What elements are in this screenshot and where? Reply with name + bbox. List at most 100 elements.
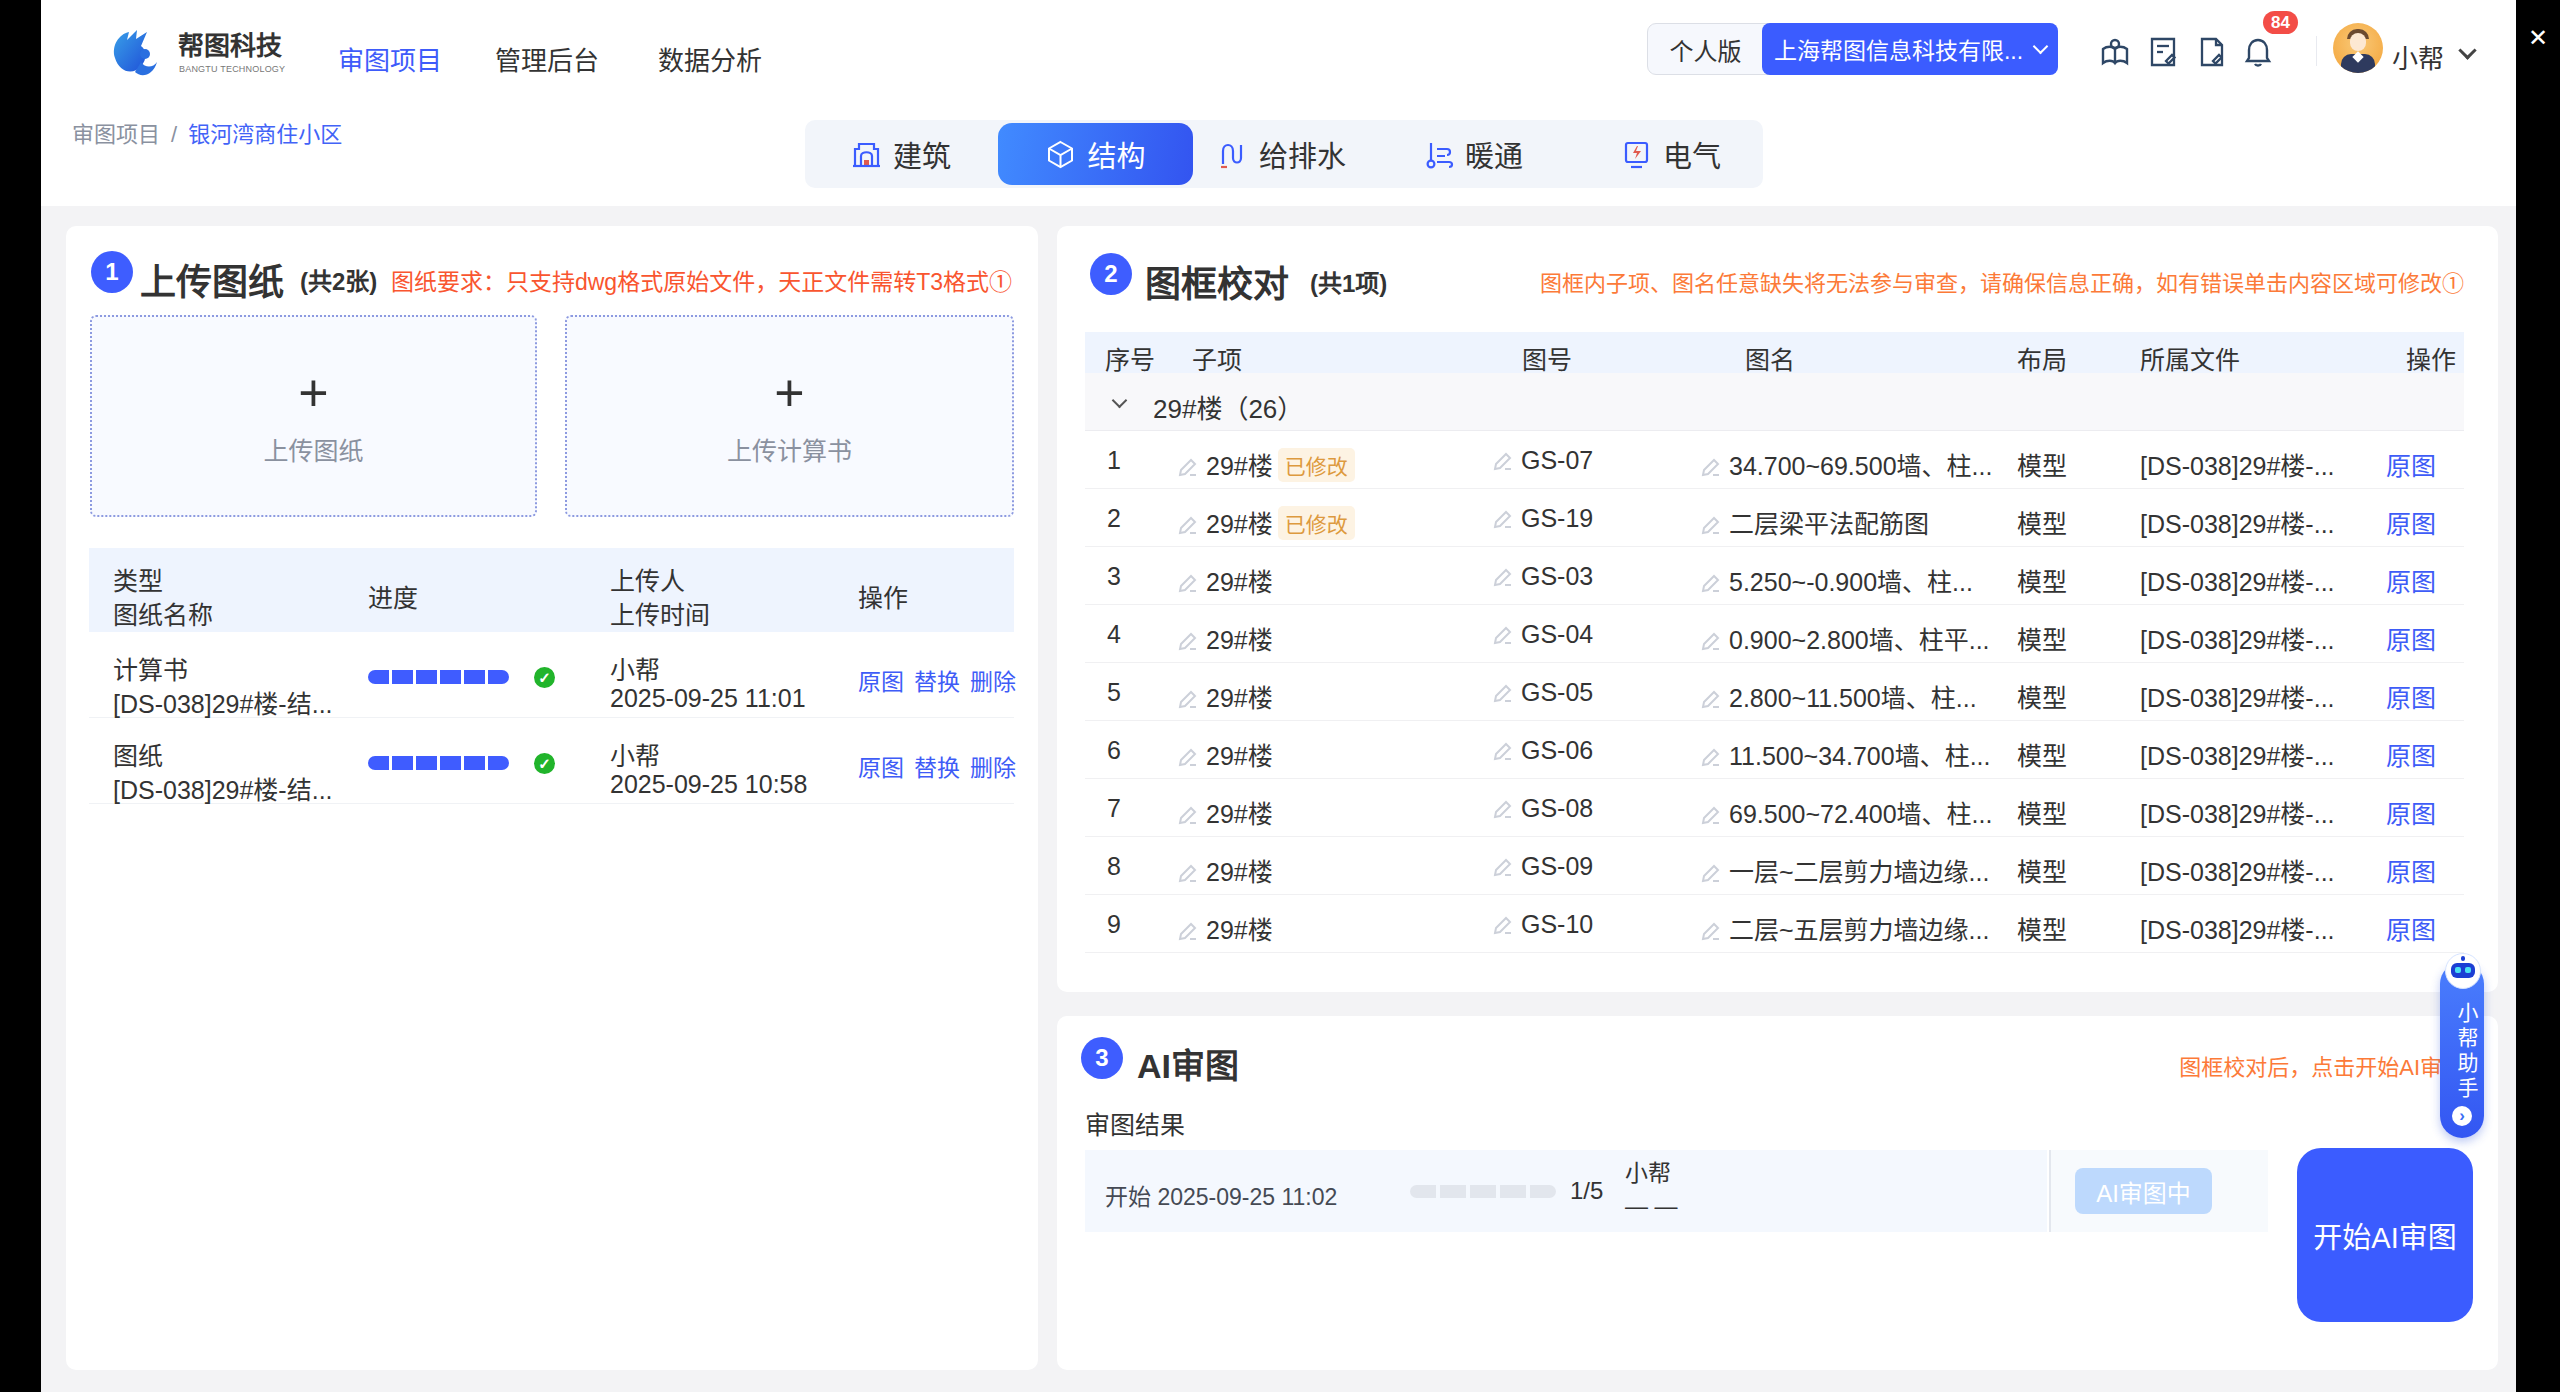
ai-run-row: 开始 2025-09-25 11:02 1/5 小帮— —: [1085, 1150, 2047, 1232]
upload-section: 1 上传图纸 (共2张) 图纸要求：只支持dwg格式原始文件，天正文件需转T3格…: [66, 226, 1038, 1370]
breadcrumb-current[interactable]: 银河湾商住小区: [188, 122, 342, 147]
cell-file: [DS-038]29#楼-...: [2140, 794, 2335, 830]
user-name[interactable]: 小帮: [2392, 38, 2444, 75]
cell-subitem: 29#楼: [1177, 562, 1273, 598]
cell-drawing-no: GS-04: [1492, 620, 1593, 649]
reader-icon[interactable]: [2100, 36, 2130, 68]
cell-file: [DS-038]29#楼-...: [2140, 504, 2335, 540]
edit-icon[interactable]: [1177, 746, 1199, 768]
breadcrumb-root[interactable]: 审图项目: [72, 122, 160, 147]
edit-icon[interactable]: [1700, 456, 1722, 478]
org-company-option[interactable]: 上海帮图信息科技有限...: [1762, 23, 2058, 75]
edit-icon[interactable]: [1492, 914, 1514, 936]
tab-electrical[interactable]: 电气: [1621, 120, 1721, 188]
edit-icon[interactable]: [1700, 572, 1722, 594]
original-drawing-link[interactable]: 原图: [2386, 794, 2436, 830]
tab-hvac[interactable]: 暖通: [1423, 120, 1523, 188]
frame-group-row[interactable]: 29#楼（26）: [1085, 373, 2464, 431]
frame-table-header: 序号 子项 图号 图名 布局 所属文件 操作: [1085, 332, 2464, 373]
document-edit-icon[interactable]: [2148, 36, 2178, 68]
edit-icon[interactable]: [1492, 740, 1514, 762]
frame-table-row: 3 29#楼 GS-03 5.250~-0.900墙、柱... 模型 [DS-0…: [1085, 547, 2464, 605]
original-drawing-link[interactable]: 原图: [2386, 620, 2436, 656]
original-drawing-link[interactable]: 原图: [2386, 910, 2436, 946]
nav-analytics[interactable]: 数据分析: [658, 40, 762, 77]
col-drawing-no: 图号: [1522, 340, 1572, 376]
edit-icon[interactable]: [1492, 508, 1514, 530]
original-drawing-link[interactable]: 原图: [2386, 852, 2436, 888]
ai-progress-bar: [1410, 1185, 1556, 1198]
upload-drawing-dropzone[interactable]: + 上传图纸: [90, 315, 537, 517]
file-type: 图纸: [113, 736, 163, 772]
file-action-link[interactable]: 删除: [970, 663, 1016, 697]
edit-icon[interactable]: [1492, 450, 1514, 472]
edit-icon[interactable]: [1700, 862, 1722, 884]
modified-badge: 已修改: [1278, 506, 1355, 540]
edit-icon[interactable]: [1700, 688, 1722, 710]
original-drawing-link[interactable]: 原图: [2386, 678, 2436, 714]
tab-plumbing[interactable]: 给排水: [1217, 120, 1346, 188]
edit-icon[interactable]: [1177, 804, 1199, 826]
edit-icon[interactable]: [1700, 630, 1722, 652]
cell-drawing-no: GS-07: [1492, 446, 1593, 475]
ai-review-title: AI审图: [1137, 1039, 1239, 1088]
upload-file-table: 类型 图纸名称 进度 上传人 上传时间 操作 计算书 [DS-038]29#楼-…: [89, 548, 1014, 804]
avatar[interactable]: [2333, 23, 2383, 73]
edit-icon[interactable]: [1492, 798, 1514, 820]
edit-icon[interactable]: [1177, 572, 1199, 594]
edit-icon[interactable]: [1700, 920, 1722, 942]
edit-icon[interactable]: [1492, 624, 1514, 646]
edit-icon[interactable]: [1700, 804, 1722, 826]
org-switcher[interactable]: 个人版 上海帮图信息科技有限...: [1647, 23, 2058, 75]
col-name: 图纸名称: [113, 595, 213, 631]
file-actions: 原图替换删除: [858, 749, 1016, 783]
edit-icon[interactable]: [1177, 688, 1199, 710]
ai-reviewing-button[interactable]: AI审图中: [2075, 1168, 2212, 1214]
edit-icon[interactable]: [1492, 566, 1514, 588]
edit-icon[interactable]: [1700, 746, 1722, 768]
edit-icon[interactable]: [1492, 856, 1514, 878]
edit-icon[interactable]: [1492, 682, 1514, 704]
org-personal-option[interactable]: 个人版: [1648, 24, 1763, 74]
cell-layout: 模型: [2017, 910, 2067, 946]
document-icon[interactable]: [2197, 36, 2227, 68]
original-drawing-link[interactable]: 原图: [2386, 446, 2436, 482]
assistant-widget[interactable]: 小帮助手 ›: [2440, 953, 2486, 1139]
edit-icon[interactable]: [1700, 514, 1722, 536]
close-window-button[interactable]: ✕: [2524, 24, 2552, 52]
logo-subtitle: BANGTU TECHNOLOGY: [179, 64, 285, 74]
nav-review-projects[interactable]: 审图项目: [338, 40, 442, 77]
cell-seq: 1: [1107, 446, 1121, 475]
hvac-icon: [1423, 139, 1454, 170]
file-action-link[interactable]: 替换: [914, 663, 960, 697]
tab-structure[interactable]: 结构: [998, 123, 1193, 185]
step-1-badge: 1: [91, 251, 133, 293]
cell-subitem: 29#楼: [1177, 736, 1273, 772]
original-drawing-link[interactable]: 原图: [2386, 562, 2436, 598]
file-action-link[interactable]: 原图: [858, 663, 904, 697]
file-action-link[interactable]: 替换: [914, 749, 960, 783]
original-drawing-link[interactable]: 原图: [2386, 504, 2436, 540]
upload-time: 2025-09-25 11:01: [610, 684, 806, 713]
start-ai-review-button[interactable]: 开始AI审图: [2297, 1148, 2473, 1322]
nav-admin[interactable]: 管理后台: [495, 40, 599, 77]
tab-building[interactable]: 建筑: [851, 120, 951, 188]
frame-check-table: 序号 子项 图号 图名 布局 所属文件 操作 29#楼（26） 1 29#楼已修…: [1085, 332, 2464, 953]
edit-icon[interactable]: [1177, 862, 1199, 884]
original-drawing-link[interactable]: 原图: [2386, 736, 2436, 772]
breadcrumb: 审图项目/银河湾商住小区: [72, 116, 342, 148]
file-action-link[interactable]: 删除: [970, 749, 1016, 783]
assistant-expand-icon[interactable]: ›: [2452, 1106, 2472, 1126]
frame-check-count: (共1项): [1310, 264, 1387, 299]
upload-calcbook-dropzone[interactable]: + 上传计算书: [565, 315, 1014, 517]
edit-icon[interactable]: [1177, 514, 1199, 536]
app-content: 帮图科技 BANGTU TECHNOLOGY 审图项目 管理后台 数据分析 个人…: [41, 0, 2516, 1392]
cell-seq: 2: [1107, 504, 1121, 533]
cell-layout: 模型: [2017, 562, 2067, 598]
cell-subitem: 29#楼已修改: [1177, 446, 1355, 482]
bell-icon[interactable]: [2243, 36, 2273, 68]
edit-icon[interactable]: [1177, 920, 1199, 942]
edit-icon[interactable]: [1177, 456, 1199, 478]
file-action-link[interactable]: 原图: [858, 749, 904, 783]
edit-icon[interactable]: [1177, 630, 1199, 652]
